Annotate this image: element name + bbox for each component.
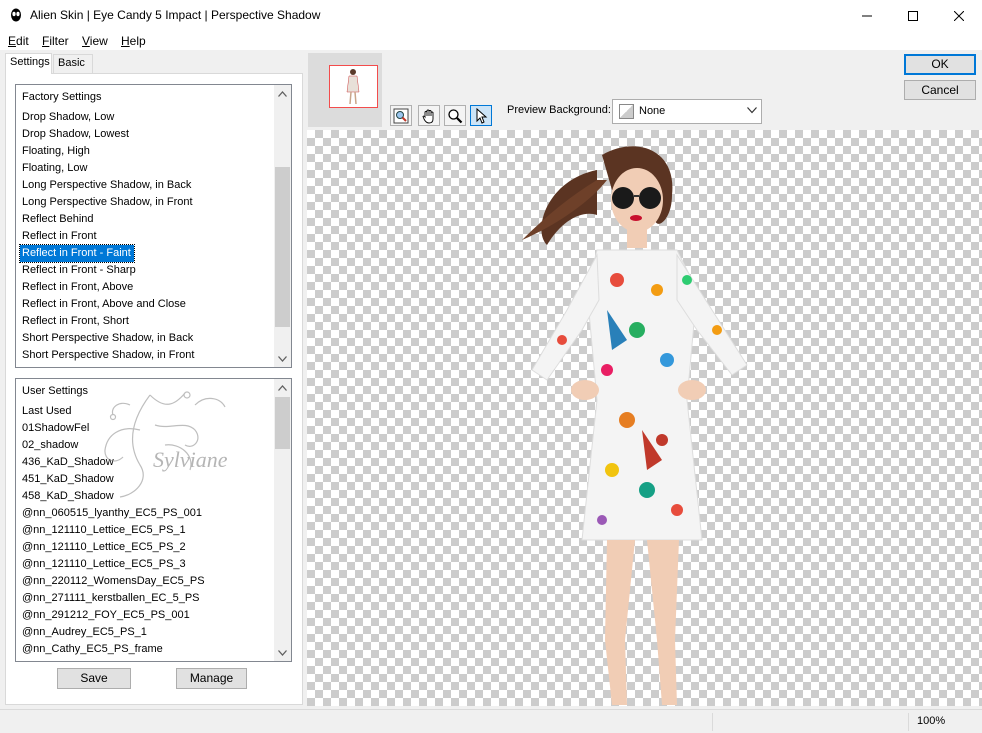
scroll-thumb[interactable] [275, 397, 290, 449]
list-item[interactable]: Floating, Low [20, 160, 274, 177]
chevron-down-icon [278, 355, 287, 362]
minimize-icon [862, 15, 872, 16]
scroll-up-arrow[interactable] [274, 379, 291, 396]
factory-list-scrollbar[interactable] [274, 85, 291, 367]
menu-edit[interactable]: Edit [8, 34, 29, 48]
tab-basic[interactable]: Basic [53, 54, 93, 73]
list-item[interactable]: Reflect Behind [20, 211, 274, 228]
scroll-up-arrow[interactable] [274, 85, 291, 102]
navigator-thumbnail-icon [346, 69, 360, 105]
preview-background-value: None [639, 105, 666, 117]
user-list-scrollbar[interactable] [274, 379, 291, 661]
watermark-text: Sylviane [153, 447, 228, 472]
tab-settings[interactable]: Settings [5, 53, 52, 74]
list-item[interactable]: Long Perspective Shadow, in Back [20, 177, 274, 194]
list-item[interactable]: Reflect in Front - Sharp [20, 262, 274, 279]
list-item[interactable]: Reflect in Front, Above [20, 279, 274, 296]
cancel-button[interactable]: Cancel [904, 80, 976, 100]
zoom-fit-tool[interactable] [390, 105, 412, 126]
list-item[interactable]: @nn_291212_FOY_EC5_PS_001 [20, 607, 274, 624]
maximize-button[interactable] [890, 0, 936, 31]
zoom-tool[interactable] [444, 105, 466, 126]
zoom-level: 100% [917, 715, 946, 727]
list-item[interactable]: Short Perspective Shadow, in Front [20, 347, 274, 364]
list-item[interactable]: Reflect in Front, Short [20, 313, 274, 330]
minimize-button[interactable] [844, 0, 890, 31]
hand-icon [422, 109, 434, 123]
menu-bar: Edit Filter View Help [0, 31, 982, 51]
list-item[interactable]: Short Perspective Shadow, in Back [20, 330, 274, 347]
manage-button[interactable]: Manage [176, 668, 247, 689]
status-divider [908, 713, 909, 731]
list-item[interactable]: @nn_121110_Lettice_EC5_PS_1 [20, 522, 274, 539]
list-item[interactable]: Reflect in Front [20, 228, 274, 245]
pointer-icon [476, 107, 488, 124]
menu-view[interactable]: View [82, 34, 108, 48]
preview-background-swatch [619, 104, 634, 119]
magnifier-icon [448, 108, 463, 123]
factory-settings-list[interactable]: Factory Settings Drop Shadow, Low Drop S… [15, 84, 292, 368]
zoom-fit-icon [393, 108, 409, 123]
navigator-viewport[interactable] [329, 65, 378, 108]
menu-filter[interactable]: Filter [42, 34, 69, 48]
list-item[interactable]: @nn_121110_Lettice_EC5_PS_3 [20, 556, 274, 573]
list-item[interactable]: Long Perspective Shadow, in Front [20, 194, 274, 211]
chevron-down-icon [747, 107, 757, 114]
save-button[interactable]: Save [57, 668, 131, 689]
factory-settings-header: Factory Settings [22, 91, 102, 103]
list-item[interactable]: @nn_271111_kerstballen_EC_5_PS [20, 590, 274, 607]
sylviane-watermark: Sylviane [104, 391, 228, 498]
list-item-selected[interactable]: Reflect in Front - Faint [19, 244, 135, 263]
title-bar: Alien Skin | Eye Candy 5 Impact | Perspe… [0, 0, 982, 31]
user-settings-header: User Settings [22, 385, 89, 397]
hand-tool[interactable] [418, 105, 440, 126]
alien-skin-app-icon [11, 8, 21, 22]
list-item[interactable]: @nn_121110_Lettice_EC5_PS_2 [20, 539, 274, 556]
window-title: Alien Skin | Eye Candy 5 Impact | Perspe… [30, 8, 321, 22]
pointer-tool[interactable] [470, 105, 492, 126]
list-item[interactable]: @nn_220112_WomensDay_EC5_PS [20, 573, 274, 590]
menu-help[interactable]: Help [121, 34, 146, 48]
list-item[interactable]: Floating, High [20, 143, 274, 160]
scroll-thumb[interactable] [275, 167, 290, 327]
maximize-icon [908, 10, 918, 21]
preview-background-label: Preview Background: [507, 104, 611, 116]
preview-background-select[interactable]: None [612, 99, 762, 124]
close-icon [954, 10, 964, 21]
chevron-down-icon [278, 649, 287, 656]
list-item[interactable]: Drop Shadow, Low [20, 109, 274, 126]
close-button[interactable] [936, 0, 982, 31]
list-item[interactable]: Reflect in Front, Above and Close [20, 296, 274, 313]
ok-button[interactable]: OK [904, 54, 976, 75]
preview-canvas[interactable] [307, 130, 982, 706]
list-item[interactable]: @nn_Audrey_EC5_PS_1 [20, 624, 274, 641]
list-item[interactable]: @nn_Cathy_EC5_PS_frame [20, 641, 274, 658]
status-divider [712, 713, 713, 731]
status-bar: 100% [0, 709, 982, 733]
preview-image [522, 146, 748, 705]
chevron-up-icon [278, 384, 287, 391]
list-item[interactable]: Drop Shadow, Lowest [20, 126, 274, 143]
scroll-down-arrow[interactable] [274, 644, 291, 661]
chevron-up-icon [278, 90, 287, 97]
scroll-down-arrow[interactable] [274, 350, 291, 367]
